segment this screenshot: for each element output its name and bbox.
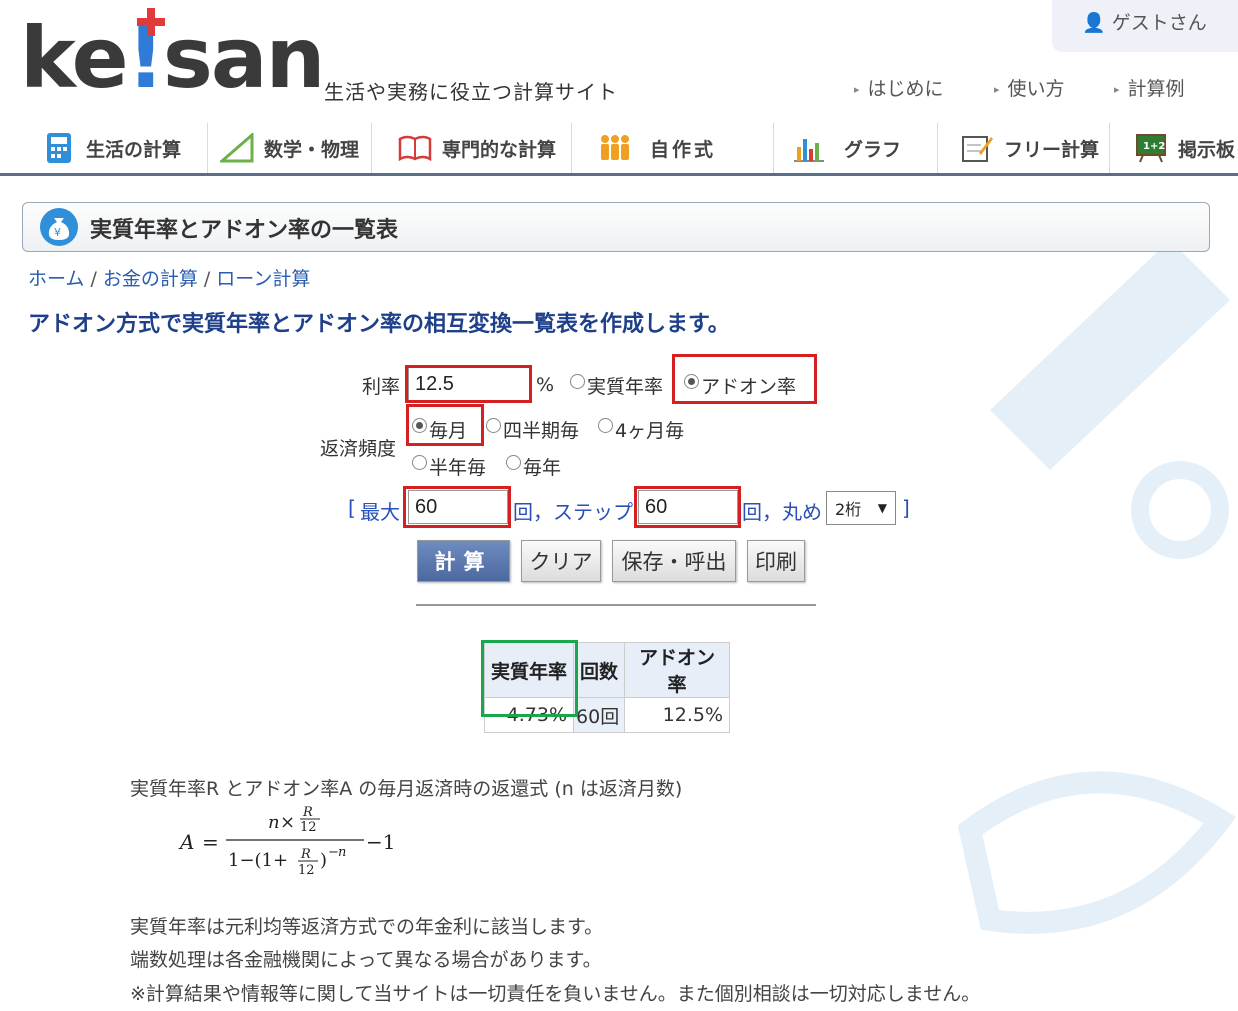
- background-decoration: [957, 240, 1237, 934]
- save-load-button[interactable]: 保存・呼出: [612, 540, 736, 582]
- calculate-button[interactable]: 計算: [417, 540, 510, 582]
- table-cell: 12.5%: [624, 697, 731, 733]
- nav-board[interactable]: 1+2 掲示板: [1110, 123, 1238, 173]
- formula-caption: 実質年率R とアドオン率A の毎月返済時の返還式 (n は返済月数): [130, 778, 683, 800]
- highlight-box: [406, 404, 484, 446]
- breadcrumb: ホーム / お金の計算 / ローン計算: [28, 268, 311, 290]
- svg-text:n: n: [338, 845, 346, 860]
- tagline: 生活や実務に役立つ計算サイト: [324, 80, 618, 104]
- nav-life[interactable]: 生活の計算: [22, 123, 208, 173]
- svg-text:¥: ¥: [54, 226, 61, 239]
- book-icon: [398, 131, 432, 165]
- radio-semiannual[interactable]: 半年毎: [412, 453, 486, 480]
- divider: [416, 604, 816, 606]
- calculator-icon: [42, 131, 76, 165]
- radio-dot: [598, 418, 613, 433]
- highlight-box: [672, 354, 817, 404]
- table-cell: 60回: [573, 697, 626, 733]
- triangle-icon: ▸: [854, 83, 860, 96]
- svg-text:): ): [320, 850, 327, 871]
- page-title: 実質年率とアドオン率の一覧表: [90, 218, 399, 243]
- round-select-value: 2桁: [835, 500, 862, 519]
- rate-unit: %: [536, 374, 555, 396]
- nav-label: 掲示板: [1178, 138, 1236, 161]
- note-line-1: 実質年率は元利均等返済方式での年金利に該当します。: [130, 916, 604, 938]
- svg-text:1−(1+: 1−(1+: [228, 850, 288, 871]
- formula-image: A = n × R 12 1−(1+ R 12 ) − n −1: [178, 805, 395, 878]
- column-header: アドオン率: [624, 642, 731, 698]
- notepad-icon: [960, 131, 994, 165]
- highlight-box-green: [481, 640, 578, 717]
- breadcrumb-home[interactable]: ホーム: [28, 268, 84, 290]
- radio-yearly[interactable]: 毎年: [506, 453, 561, 480]
- svg-text:A: A: [178, 830, 194, 854]
- radio-dot: [570, 374, 585, 389]
- svg-text:R: R: [300, 847, 311, 862]
- max-label: 最大: [360, 500, 400, 524]
- open-bracket: [: [348, 496, 356, 520]
- nav-free-calc[interactable]: フリー計算: [938, 123, 1110, 173]
- nav-label: フリー計算: [1004, 138, 1100, 161]
- note-line-2: 端数処理は各金融機関によって異なる場合があります。: [130, 949, 602, 971]
- logo[interactable]: ke!san: [20, 16, 325, 100]
- breadcrumb-loan[interactable]: ローン計算: [216, 268, 310, 290]
- user-icon: 👤: [1082, 12, 1106, 34]
- radio-dot: [412, 455, 427, 470]
- clear-button[interactable]: クリア: [521, 540, 601, 582]
- highlight-box: [634, 486, 741, 528]
- triangle-ruler-icon: [220, 131, 254, 165]
- radio-dot: [486, 418, 501, 433]
- svg-text:−1: −1: [366, 830, 395, 854]
- rate-label: 利率: [362, 376, 401, 398]
- triangle-icon: ▸: [1114, 83, 1120, 96]
- nav-label: 自作式: [650, 138, 717, 161]
- radio-effective-rate[interactable]: 実質年率: [570, 372, 663, 399]
- money-bag-icon: ¥: [40, 208, 78, 246]
- bar-chart-icon: [792, 131, 826, 165]
- nav-label: グラフ: [844, 138, 902, 161]
- highlight-box: [403, 486, 511, 528]
- radio-4months[interactable]: 4ヶ月毎: [598, 416, 684, 443]
- user-name: ゲストさん: [1111, 12, 1207, 34]
- svg-text:12: 12: [298, 863, 315, 878]
- nav-label: 数学・物理: [264, 138, 360, 161]
- radio-quarterly[interactable]: 四半期毎: [486, 416, 579, 443]
- frequency-label: 返済頻度: [320, 438, 397, 460]
- page-lead: アドオン方式で実質年率とアドオン率の相互変換一覧表を作成します。: [28, 312, 730, 337]
- svg-text:12: 12: [300, 820, 317, 835]
- nav-custom[interactable]: 自作式: [572, 123, 774, 173]
- breadcrumb-money[interactable]: お金の計算: [103, 268, 198, 290]
- nav-label: 生活の計算: [86, 138, 182, 161]
- board-icon: 1+2: [1134, 131, 1168, 165]
- user-menu[interactable]: 👤 ゲストさん: [1082, 8, 1207, 35]
- main-nav: 生活の計算 数学・物理 専門的な計算 自作式 グラフ フリー計算 1+2 掲示板: [22, 123, 1238, 173]
- svg-text:n: n: [268, 812, 280, 833]
- round-select[interactable]: 2桁 ▼: [826, 491, 896, 525]
- triangle-icon: ▸: [994, 83, 1000, 96]
- nav-underline: [0, 173, 1238, 176]
- close-bracket: ]: [902, 496, 910, 520]
- column-header: 回数: [573, 642, 626, 698]
- toplink-intro[interactable]: ▸ はじめに: [854, 74, 944, 101]
- people-icon: [598, 131, 632, 165]
- toplink-usage[interactable]: ▸ 使い方: [994, 74, 1065, 101]
- round-label: 回，丸め: [742, 500, 822, 524]
- nav-professional[interactable]: 専門的な計算: [372, 123, 572, 173]
- dropdown-arrow-icon: ▼: [877, 501, 887, 515]
- svg-text:=: =: [202, 830, 219, 854]
- svg-text:×: ×: [280, 812, 295, 833]
- note-line-3: ※計算結果や情報等に関して当サイトは一切責任を負いません。また個別相談は一切対応…: [130, 983, 981, 1005]
- svg-text:1+2: 1+2: [1143, 141, 1165, 152]
- nav-label: 専門的な計算: [442, 138, 557, 161]
- nav-graph[interactable]: グラフ: [774, 123, 938, 173]
- print-button[interactable]: 印刷: [747, 540, 805, 582]
- radio-dot: [506, 455, 521, 470]
- toplink-examples[interactable]: ▸ 計算例: [1114, 74, 1185, 101]
- logo-cross-icon: [137, 8, 165, 36]
- step-label: 回，ステップ: [513, 500, 633, 524]
- svg-text:R: R: [302, 805, 313, 820]
- highlight-box: [405, 365, 532, 403]
- nav-math[interactable]: 数学・物理: [208, 123, 372, 173]
